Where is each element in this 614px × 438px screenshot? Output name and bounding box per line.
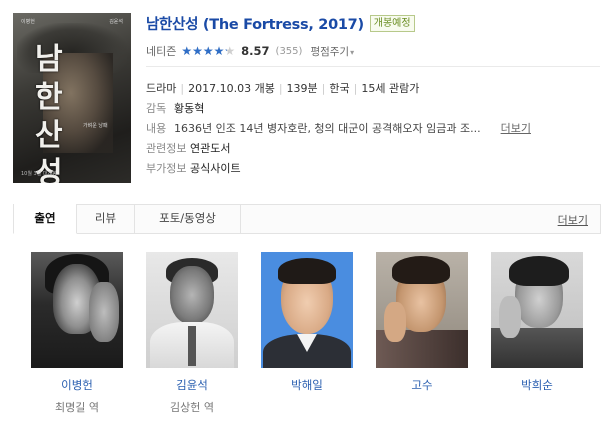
actor-photo[interactable]	[261, 252, 353, 368]
actor-name[interactable]: 박희순	[491, 377, 583, 393]
rate-button[interactable]: 평점주기▾	[310, 44, 354, 59]
rate-button-label: 평점주기	[310, 45, 350, 58]
rating-row: 네티즌 ★★★★★★★★★★ 8.57 (355) 평점주기▾	[146, 43, 354, 59]
tab-bar: 출연 리뷰 포토/동영상 더보기	[13, 204, 601, 234]
summary-more-link[interactable]: 더보기	[501, 120, 531, 136]
divider	[146, 66, 600, 67]
country: 한국	[329, 82, 350, 95]
actor-photo[interactable]	[31, 252, 123, 368]
cast-card[interactable]: 박해일	[261, 252, 353, 399]
tab-reviews[interactable]: 리뷰	[77, 204, 135, 234]
extra-row: 부가정보 공식사이트	[146, 160, 241, 176]
movie-title[interactable]: 남한산성 (The Fortress, 2017)	[146, 13, 364, 34]
actor-photo[interactable]	[491, 252, 583, 368]
tab-photo-video[interactable]: 포토/동영상	[135, 204, 241, 234]
rating-count: (355)	[275, 45, 303, 57]
cast-card[interactable]: 박희순	[491, 252, 583, 399]
summary-text: 1636년 인조 14년 병자호란, 청의 대군이 공격해오자 임금과 조...	[174, 122, 481, 135]
director-link[interactable]: 황동혁	[174, 100, 204, 116]
poster-tagline: 가벼운 낭패	[83, 123, 108, 129]
official-site-link[interactable]: 공식사이트	[190, 160, 241, 176]
cast-card[interactable]: 고수	[376, 252, 468, 399]
related-label: 관련정보	[146, 142, 187, 155]
rating-label: 네티즌	[146, 45, 177, 58]
tabs-more-link[interactable]: 더보기	[558, 212, 588, 228]
related-books-link[interactable]: 연관도서	[190, 140, 230, 156]
rating-score: 8.57	[241, 44, 270, 58]
cast-card[interactable]: 김윤석 김상헌 역	[146, 252, 238, 415]
actor-name[interactable]: 이병헌	[31, 377, 123, 393]
summary-row: 내용 1636년 인조 14년 병자호란, 청의 대군이 공격해오자 임금과 조…	[146, 120, 531, 136]
movie-title-row: 남한산성 (The Fortress, 2017) 개봉예정	[146, 13, 415, 34]
cast-card[interactable]: 이병헌 최명길 역	[31, 252, 123, 415]
director-row: 감독 황동혁	[146, 100, 204, 116]
runtime: 139분	[286, 82, 318, 95]
rating-stars: ★★★★★★★★★★	[181, 44, 236, 58]
summary-label: 내용	[146, 122, 167, 135]
actor-photo[interactable]	[146, 252, 238, 368]
extra-label: 부가정보	[146, 162, 187, 175]
age-rating: 15세 관람가	[361, 82, 420, 95]
actor-name[interactable]: 고수	[376, 377, 468, 393]
chevron-down-icon: ▾	[350, 47, 355, 57]
tab-cast[interactable]: 출연	[13, 204, 77, 234]
movie-meta: 드라마 | 2017.10.03 개봉 | 139분 | 한국 | 15세 관람가	[146, 82, 420, 95]
actor-role: 최명길 역	[55, 401, 99, 414]
rating-stars-fill: ★★★★★	[181, 45, 227, 57]
genre: 드라마	[146, 82, 177, 95]
movie-poster[interactable]: 이병헌 김윤석 남한산성 가벼운 낭패 10월 3일 대개봉	[13, 13, 131, 183]
poster-date: 10월 3일 대개봉	[21, 171, 57, 177]
actor-photo[interactable]	[376, 252, 468, 368]
director-label: 감독	[146, 102, 167, 115]
release-date: 2017.10.03 개봉	[188, 82, 275, 95]
related-row: 관련정보 연관도서	[146, 140, 230, 156]
actor-name[interactable]: 김윤석	[146, 377, 238, 393]
release-status-badge: 개봉예정	[369, 15, 415, 32]
poster-title-art: 남한산성	[35, 42, 63, 183]
actor-role: 김상헌 역	[170, 401, 214, 414]
actor-name[interactable]: 박해일	[261, 377, 353, 393]
